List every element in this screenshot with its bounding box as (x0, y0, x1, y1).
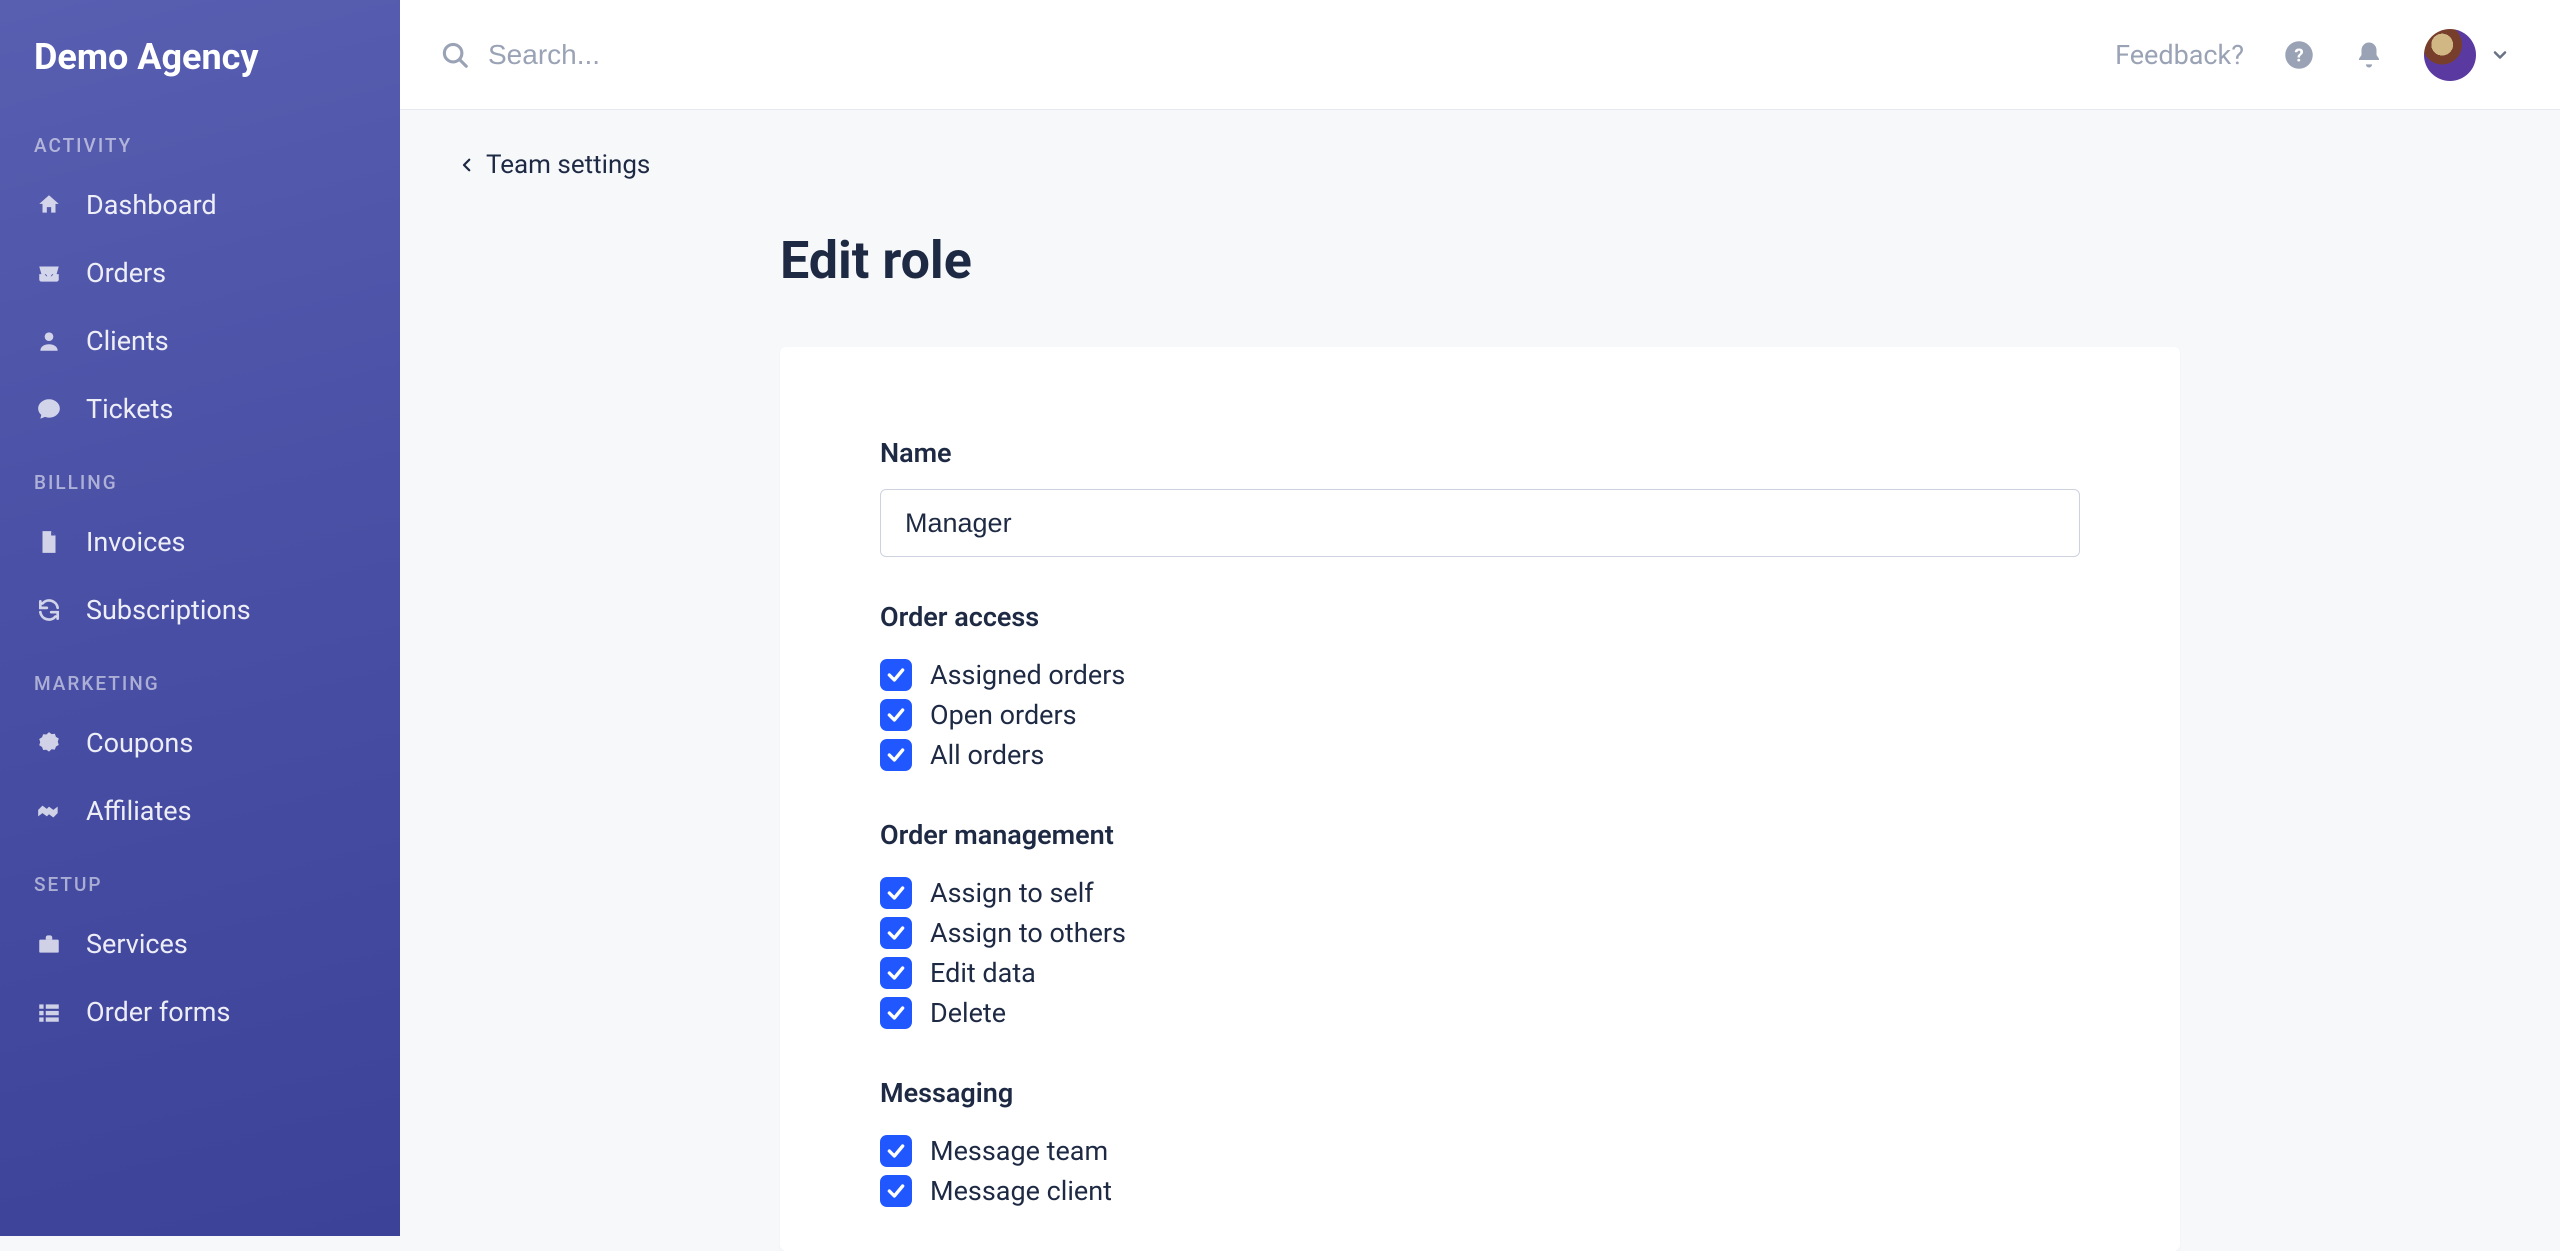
chevron-down-icon (2490, 45, 2510, 65)
permission-label: Assigned orders (930, 659, 1125, 691)
nav-item-label: Coupons (86, 727, 193, 759)
permission-item: Assign to self (880, 873, 2080, 913)
nav-item-label: Affiliates (86, 795, 192, 827)
permission-label: Message team (930, 1135, 1108, 1167)
permission-item: Open orders (880, 695, 2080, 735)
nav-orders[interactable]: Orders (0, 239, 400, 307)
chat-icon (34, 394, 64, 424)
permission-item: Assign to others (880, 913, 2080, 953)
page-title: Edit role (780, 230, 2490, 291)
brand-title: Demo Agency (0, 36, 400, 106)
avatar (2424, 29, 2476, 81)
permission-item: All orders (880, 735, 2080, 775)
name-label: Name (880, 437, 2080, 469)
nav-tickets[interactable]: Tickets (0, 375, 400, 443)
permission-section-heading: Order management (880, 819, 2080, 851)
main: Feedback? ? Team settings Edit role Name (400, 0, 2560, 1236)
nav-order-forms[interactable]: Order forms (0, 978, 400, 1046)
permission-label: All orders (930, 739, 1044, 771)
svg-text:?: ? (2294, 44, 2303, 66)
checkbox[interactable] (880, 917, 912, 949)
permission-label: Assign to self (930, 877, 1094, 909)
sidebar-nav: ACTIVITY Dashboard Orders Clients Tickets BIL… (0, 106, 400, 1046)
checkbox[interactable] (880, 659, 912, 691)
badge-icon (34, 728, 64, 758)
header: Feedback? ? (400, 0, 2560, 110)
checkbox[interactable] (880, 699, 912, 731)
permission-section-heading: Order access (880, 601, 2080, 633)
home-icon (34, 190, 64, 220)
permission-label: Assign to others (930, 917, 1126, 949)
list-icon (34, 997, 64, 1027)
checkbox[interactable] (880, 877, 912, 909)
nav-affiliates[interactable]: Affiliates (0, 777, 400, 845)
handshake-icon (34, 796, 64, 826)
nav-item-label: Dashboard (86, 189, 217, 221)
nav-item-label: Tickets (86, 393, 173, 425)
refresh-icon (34, 595, 64, 625)
permission-item: Assigned orders (880, 655, 2080, 695)
permission-section-heading: Messaging (880, 1077, 2080, 1109)
permission-label: Open orders (930, 699, 1077, 731)
permission-label: Edit data (930, 957, 1036, 989)
permission-label: Delete (930, 997, 1006, 1029)
nav-services[interactable]: Services (0, 910, 400, 978)
permission-item: Edit data (880, 953, 2080, 993)
bell-icon[interactable] (2354, 40, 2384, 70)
checkbox[interactable] (880, 997, 912, 1029)
search-icon (440, 40, 470, 70)
permission-item: Message client (880, 1171, 2080, 1211)
nav-item-label: Order forms (86, 996, 230, 1028)
nav-item-label: Invoices (86, 526, 185, 558)
nav-item-label: Subscriptions (86, 594, 251, 626)
nav-section-label: MARKETING (0, 644, 400, 709)
nav-item-label: Orders (86, 257, 166, 289)
checkbox[interactable] (880, 1135, 912, 1167)
permission-label: Message client (930, 1175, 1112, 1207)
user-menu[interactable] (2424, 29, 2510, 81)
edit-role-card: Name Order access Assigned orders Open ord… (780, 347, 2180, 1251)
user-icon (34, 326, 64, 356)
header-right: Feedback? ? (2115, 29, 2510, 81)
nav-dashboard[interactable]: Dashboard (0, 171, 400, 239)
file-icon (34, 527, 64, 557)
nav-section-label: SETUP (0, 845, 400, 910)
role-name-input[interactable] (880, 489, 2080, 557)
content: Team settings Edit role Name Order acces… (400, 110, 2560, 1236)
sidebar: Demo Agency ACTIVITY Dashboard Orders Clien… (0, 0, 400, 1236)
permission-item: Delete (880, 993, 2080, 1033)
breadcrumb-label: Team settings (486, 150, 650, 180)
checkbox[interactable] (880, 739, 912, 771)
nav-section-label: ACTIVITY (0, 106, 400, 171)
checkbox[interactable] (880, 957, 912, 989)
briefcase-icon (34, 929, 64, 959)
help-icon[interactable]: ? (2284, 40, 2314, 70)
nav-invoices[interactable]: Invoices (0, 508, 400, 576)
nav-clients[interactable]: Clients (0, 307, 400, 375)
nav-item-label: Clients (86, 325, 169, 357)
permission-item: Message team (880, 1131, 2080, 1171)
breadcrumb-back[interactable]: Team settings (458, 150, 2490, 180)
nav-item-label: Services (86, 928, 188, 960)
chevron-left-icon (458, 156, 476, 174)
search-wrap (440, 39, 2087, 71)
inbox-icon (34, 258, 64, 288)
nav-coupons[interactable]: Coupons (0, 709, 400, 777)
feedback-link[interactable]: Feedback? (2115, 39, 2244, 71)
checkbox[interactable] (880, 1175, 912, 1207)
nav-section-label: BILLING (0, 443, 400, 508)
search-input[interactable] (488, 39, 2087, 71)
nav-subscriptions[interactable]: Subscriptions (0, 576, 400, 644)
